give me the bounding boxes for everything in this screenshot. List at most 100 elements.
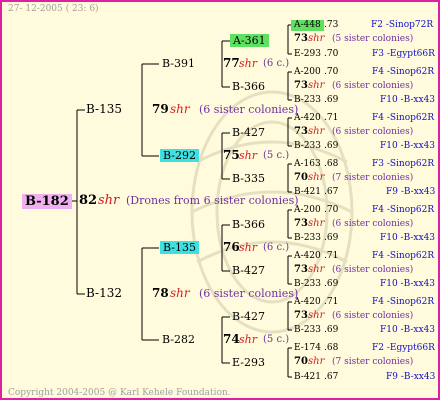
gen4-id: B-233 (294, 279, 321, 289)
gen3-note: (5 sister colonies) (332, 34, 414, 44)
gen3-shr: shr (308, 218, 325, 229)
gen3-id: B-366 (232, 218, 265, 231)
gen1-number: 78 (152, 286, 169, 300)
gen4-value: .70 (324, 205, 339, 215)
gen4-id: B-233 (294, 95, 321, 105)
gen3-id: B-427 (232, 126, 265, 139)
root-queen-shr: shr (98, 193, 120, 208)
gen3-shr: shr (308, 310, 325, 321)
gen2-number: 77 (223, 56, 240, 70)
gen2-number: 74 (223, 332, 240, 346)
gen3-id: A-361 (230, 34, 269, 47)
gen3-note: (6 sister colonies) (332, 311, 414, 321)
gen3-note: (7 sister colonies) (332, 173, 414, 183)
gen3-shr: shr (308, 264, 325, 275)
gen4-id: A-420 (294, 297, 321, 307)
gen2-id: B-292 (160, 149, 199, 162)
gen3-shr: shr (308, 172, 325, 183)
gen4-value: .70 (324, 67, 339, 77)
gen4-id: A-163 (294, 159, 321, 169)
gen2-id: B-135 (160, 241, 199, 254)
gen3-id: B-427 (232, 264, 265, 277)
gen4-value: .71 (324, 251, 339, 261)
gen4-breed: F9 -B-xx43 (386, 372, 436, 382)
gen4-breed: F4 -Sinop62R (372, 297, 435, 307)
gen3-id: B-335 (232, 172, 265, 185)
gen4-breed: F3 -Egypt66R (372, 49, 435, 59)
gen4-breed: F9 -B-xx43 (386, 187, 436, 197)
gen4-breed: F2 -Egypt66R (372, 343, 435, 353)
gen4-id: A-420 (294, 251, 321, 261)
root-queen-number: 82 (79, 193, 98, 208)
gen4-id: B-421 (294, 372, 321, 382)
report-date: 27- 12-2005 ( 23: 6) (8, 4, 99, 14)
gen4-breed: F3 -Sinop62R (372, 159, 435, 169)
gen4-value: .67 (324, 187, 339, 197)
gen1-note: (6 sister colonies) (199, 103, 299, 116)
gen4-id: A-200 (294, 67, 321, 77)
gen3-number: 73 (294, 310, 308, 321)
gen4-breed: F10 -B-xx43 (380, 279, 436, 289)
gen4-value: .68 (324, 159, 339, 169)
gen1-id: B-132 (86, 286, 122, 300)
gen3-shr: shr (308, 80, 325, 91)
gen4-value: .71 (324, 113, 339, 123)
gen3-note: (7 sister colonies) (332, 357, 414, 367)
gen3-number: 73 (294, 33, 308, 44)
gen4-breed: F2 -Sinop72R (371, 20, 434, 30)
gen2-note: (5 c.) (263, 150, 290, 161)
gen4-id: A-200 (294, 205, 321, 215)
gen4-breed: F4 -Sinop62R (372, 205, 435, 215)
gen2-note: (6 c.) (263, 58, 290, 69)
gen3-number: 70 (294, 172, 308, 183)
gen4-breed: F4 -Sinop62R (372, 67, 435, 77)
gen1-shr: shr (170, 286, 190, 300)
gen3-id: E-293 (232, 356, 265, 369)
gen4-value: .68 (324, 343, 339, 353)
gen2-shr: shr (239, 241, 257, 254)
gen2-shr: shr (239, 149, 257, 162)
gen1-note: (6 sister colonies) (199, 287, 299, 300)
gen2-id: B-282 (162, 333, 195, 346)
gen3-note: (6 sister colonies) (332, 265, 414, 275)
gen3-note: (6 sister colonies) (332, 219, 414, 229)
gen2-shr: shr (239, 57, 257, 70)
gen2-number: 75 (223, 148, 240, 162)
gen2-note: (5 c.) (263, 334, 290, 345)
gen3-number: 73 (294, 264, 308, 275)
gen4-value: .69 (324, 233, 339, 243)
root-queen-note: (Drones from 6 sister colonies) (126, 194, 299, 207)
gen4-value: .69 (324, 325, 339, 335)
pedigree-chart: 27- 12-2005 ( 23: 6) Copyright 2004-2005… (0, 0, 440, 400)
gen3-number: 73 (294, 80, 308, 91)
gen4-id: A-420 (294, 113, 321, 123)
gen1-shr: shr (170, 102, 190, 116)
gen4-id: A-448 (291, 20, 324, 31)
gen2-id: B-391 (162, 57, 195, 70)
gen4-id: B-233 (294, 325, 321, 335)
gen4-breed: F10 -B-xx43 (380, 95, 436, 105)
gen4-breed: F10 -B-xx43 (380, 325, 436, 335)
gen4-id: B-233 (294, 233, 321, 243)
gen3-number: 73 (294, 218, 308, 229)
gen4-value: .70 (324, 49, 339, 59)
gen1-id: B-135 (86, 102, 122, 116)
gen4-breed: F4 -Sinop62R (372, 251, 435, 261)
gen4-value: .73 (324, 20, 339, 30)
gen3-shr: shr (308, 33, 325, 44)
gen4-id: B-233 (294, 141, 321, 151)
gen3-id: B-366 (232, 80, 265, 93)
gen3-note: (6 sister colonies) (332, 127, 414, 137)
gen4-value: .69 (324, 141, 339, 151)
gen3-number: 70 (294, 356, 308, 367)
gen2-note: (6 c.) (263, 242, 290, 253)
gen4-id: B-421 (294, 187, 321, 197)
gen3-shr: shr (308, 356, 325, 367)
gen1-number: 79 (152, 102, 169, 116)
gen2-number: 76 (223, 240, 240, 254)
gen4-id: E-174 (294, 343, 321, 353)
gen3-note: (6 sister colonies) (332, 81, 414, 91)
gen4-breed: F10 -B-xx43 (380, 233, 436, 243)
gen4-id: E-293 (294, 49, 321, 59)
gen4-breed: F10 -B-xx43 (380, 141, 436, 151)
